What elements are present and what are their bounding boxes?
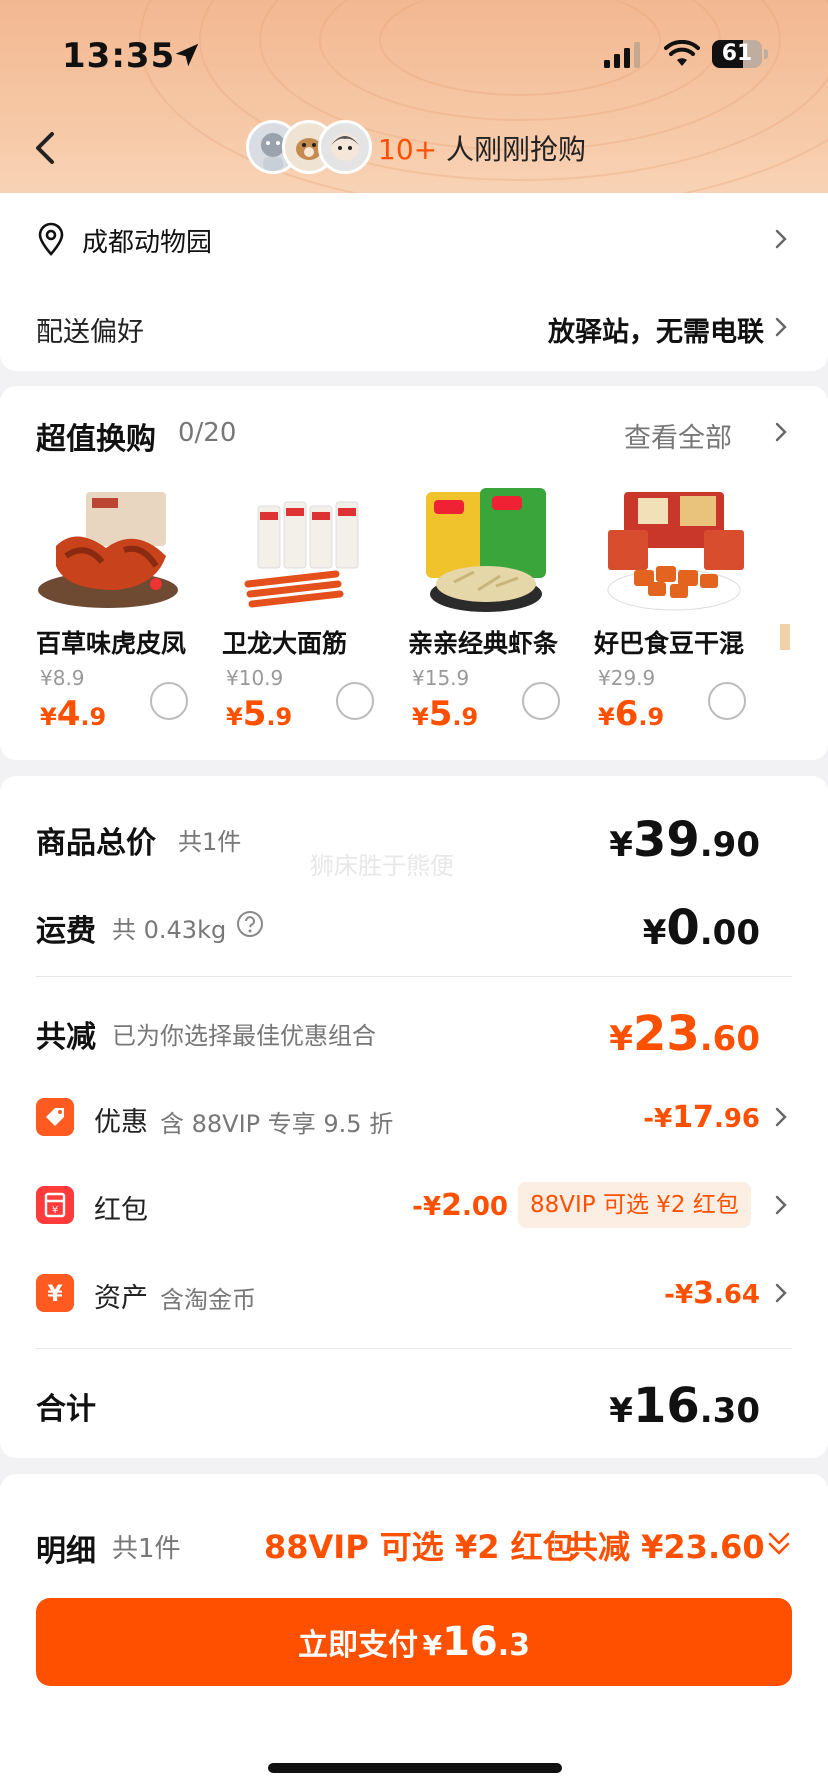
goods-total-amount: ¥39.90 [609,812,760,868]
deal-price: ¥5.9 [226,694,293,734]
buyer-count: 10+ [378,133,438,166]
select-radio[interactable] [522,682,560,720]
preference-chevron-icon[interactable] [774,316,788,338]
home-indicator [268,1763,562,1773]
original-price: ¥29.9 [598,666,656,690]
goods-count: 共1件 [178,828,242,856]
detail-label[interactable]: 明细 [36,1526,96,1570]
see-all-chevron-icon[interactable] [774,421,788,443]
header: 13:35 61 10+ 人刚刚抢购 [0,0,828,193]
address-chevron-icon[interactable] [774,228,788,250]
deal-price: ¥4.9 [40,694,107,734]
select-radio[interactable] [336,682,374,720]
red-packet-chevron-icon[interactable] [774,1194,788,1216]
deals-count: 0/20 [178,418,237,448]
discount-tag-icon [36,1098,74,1136]
total-reduce-amount: ¥23.60 [609,1006,760,1062]
red-packet-label: 红包 [94,1195,148,1226]
product-name: 百草味虎皮凤 [36,629,187,658]
product-name: 亲亲经典虾条 [408,629,559,658]
select-radio[interactable] [150,682,188,720]
product-image [38,492,178,608]
product-image [426,488,546,612]
total-reduce-label: 共减 [36,1020,96,1055]
back-chevron-icon[interactable] [30,128,60,168]
deal-item[interactable]: 卫龙大面筋 ¥10.9 ¥5.9 [222,486,398,736]
goods-total-label: 商品总价 [36,826,156,861]
detail-count: 共1件 [112,1534,181,1564]
buyer-text: 人刚刚抢购 [437,133,586,166]
next-item-peek [780,624,790,650]
delivery-preference-label: 配送偏好 [36,317,144,348]
product-name: 好巴食豆干混 [594,629,745,658]
expand-chevron-icon[interactable] [766,1530,792,1558]
discount-label: 优惠 [94,1107,148,1138]
deal-item[interactable]: 百草味虎皮凤 ¥8.9 ¥4.9 [36,486,212,736]
red-packet-amount[interactable]: -¥2.00 [412,1188,508,1223]
assets-note: 含淘金币 [160,1286,256,1314]
avatar [318,120,372,174]
red-packet-icon: ¥ [36,1186,74,1224]
original-price: ¥15.9 [412,666,470,690]
vip-red-packet-tag[interactable]: 88VIP 可选 ¥2 红包 [518,1182,751,1228]
deal-price: ¥6.9 [598,694,665,734]
delivery-preference-value[interactable]: 放驿站，无需电联 [548,310,764,349]
shipping-label: 运费 [36,914,96,949]
product-image [607,492,744,611]
detail-total-reduce: 共减 ¥23.60 [566,1528,765,1566]
discount-note: 含 88VIP 专享 9.5 折 [160,1110,394,1138]
assets-label: 资产 [94,1283,148,1314]
help-icon[interactable] [236,910,264,938]
total-reduce-note: 已为你选择最佳优惠组合 [112,1022,376,1050]
see-all-link[interactable]: 查看全部 [624,416,732,455]
recent-buyers-text: 10+ 人刚刚抢购 [378,128,586,168]
deal-price: ¥5.9 [412,694,479,734]
original-price: ¥10.9 [226,666,284,690]
svg-text:¥: ¥ [52,1205,58,1216]
detail-promo: 88VIP 可选 ¥2 红包 [264,1528,575,1566]
wifi-icon [664,40,700,66]
divider [554,1532,555,1558]
assets-chevron-icon[interactable] [774,1282,788,1304]
status-bar: 13:35 61 [0,36,828,76]
assets-coin-icon: ¥ [36,1274,74,1312]
deal-item[interactable]: 好巴食豆干混 ¥29.9 ¥6.9 [594,486,770,736]
location-pin-icon [38,222,64,256]
clock: 13:35 [62,36,176,76]
battery-level: 61 [721,41,753,66]
shipping-weight: 共 0.43kg [112,916,227,944]
grand-total-amount: ¥16.30 [609,1378,760,1434]
divider [36,976,792,977]
select-radio[interactable] [708,682,746,720]
discount-amount[interactable]: -¥17.96 [643,1100,760,1135]
deal-item[interactable]: 亲亲经典虾条 ¥15.9 ¥5.9 [408,486,584,736]
buyer-avatars [246,120,374,174]
signal-icon [604,42,640,68]
address-location[interactable]: 成都动物园 [82,222,212,259]
location-arrow-icon [175,43,199,67]
product-image [244,501,359,608]
deals-title: 超值换购 [36,422,156,457]
watermark: 狮床胜于熊便 [310,852,454,880]
original-price: ¥8.9 [40,666,85,690]
divider [36,1348,792,1349]
battery-icon: 61 [712,40,768,68]
discount-chevron-icon[interactable] [774,1106,788,1128]
grand-total-label: 合计 [36,1392,96,1427]
assets-amount[interactable]: -¥3.64 [664,1276,760,1311]
svg-text:¥: ¥ [47,1282,63,1307]
shipping-amount: ¥0.00 [642,900,760,956]
product-name: 卫龙大面筋 [222,629,348,658]
pay-now-button[interactable]: 立即支付 ¥16.3 [36,1598,792,1686]
